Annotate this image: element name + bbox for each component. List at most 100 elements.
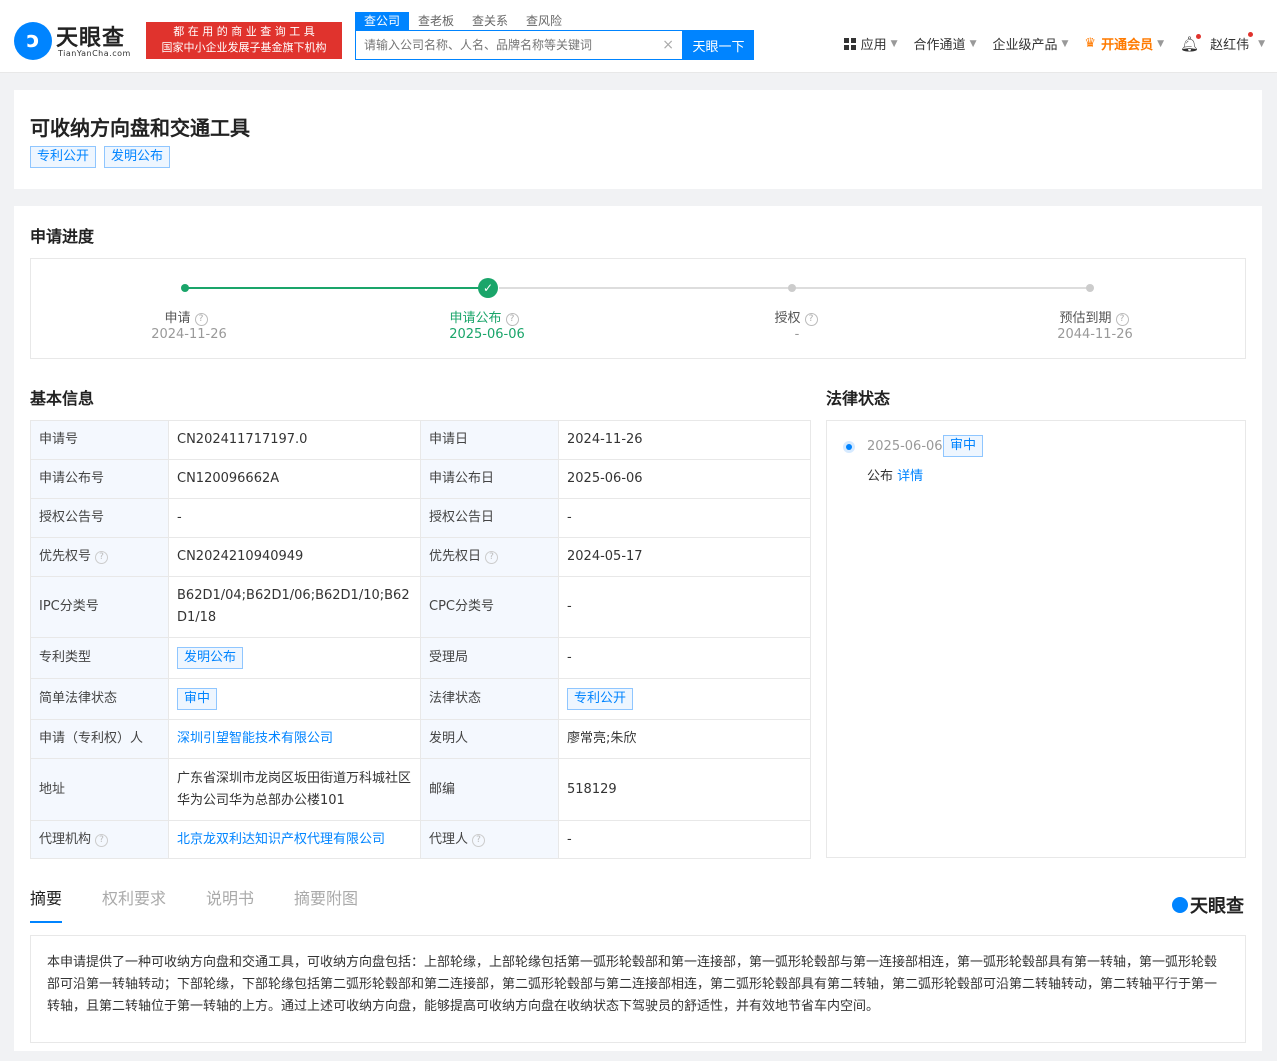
field-label: IPC分类号 [30,576,169,638]
search-tab-boss[interactable]: 查老板 [409,12,463,30]
search-input[interactable] [356,31,656,59]
step-date: - [794,327,800,342]
search-box: × [355,30,683,60]
detail-tabs: 摘要 权利要求 说明书 摘要附图 [30,886,398,926]
clear-icon[interactable]: × [662,37,674,53]
help-icon[interactable]: ? [505,313,519,326]
top-header: ↄ 天眼查 TianYanCha.com 都 在 用 的 商 业 查 询 工 具… [0,0,1277,73]
progress-step-apply: 申请? [106,307,266,326]
nav-apps-label: 应用 [860,38,887,53]
cpc-classification: - [558,576,811,638]
postal-code: 518129 [558,758,811,821]
page-title: 可收纳方向盘和交通工具 [30,116,250,140]
applicant-link[interactable]: 深圳引望智能技术有限公司 [177,731,333,746]
applicant-cell: 深圳引望智能技术有限公司 [168,719,421,759]
table-row: IPC分类号 B62D1/04;B62D1/06;B62D1/10;B62D1/… [30,576,811,638]
legal-status-detail-link[interactable]: 详情 [897,469,923,484]
grant-date: - [558,498,811,538]
search-tab-relation[interactable]: 查关系 [463,12,517,30]
field-label-with-help: 优先权号? [30,537,169,577]
table-row: 申请号 CN202411717197.0 申请日 2024-11-26 [30,420,811,460]
nav-enterprise[interactable]: 企业级产品 ▼ [992,34,1068,53]
patent-detail-card: 申请进度 ✓ 申请? 2024-11-26 申请公布? 2025-06-06 授… [14,206,1262,1051]
table-row: 简单法律状态 审中 法律状态 专利公开 [30,678,811,720]
field-label: 法律状态 [420,678,559,720]
progress-dot-expire [1086,284,1094,292]
field-label: 简单法律状态 [30,678,169,720]
field-label: 申请（专利权）人 [30,719,169,759]
field-label-with-help: 代理机构? [30,820,169,859]
progress-dot-apply [181,284,189,292]
tab-abstract[interactable]: 摘要 [30,886,63,923]
user-menu[interactable]: 赵红伟 ▼ [1210,32,1265,53]
table-row: 申请（专利权）人 深圳引望智能技术有限公司 发明人 廖常亮;朱欣 [30,719,811,759]
progress-title: 申请进度 [30,227,95,246]
crown-icon: ♛ [1084,36,1097,51]
field-label: 授权公告号 [30,498,169,538]
status-badge: 专利公开 [30,146,97,168]
step-label: 申请 [164,311,191,326]
agent: - [558,820,811,859]
help-icon[interactable]: ? [804,313,818,326]
help-icon[interactable]: ? [1115,313,1129,326]
simple-legal-status-cell: 审中 [168,678,421,720]
search-tab-risk[interactable]: 查风险 [517,12,571,30]
search-tab-company[interactable]: 查公司 [355,12,410,30]
chevron-down-icon: ▼ [890,38,898,49]
nav-apps[interactable]: 应用 ▼ [843,34,898,53]
notification-bell[interactable]: 🔔︎ [1180,34,1204,53]
step-date: 2025-06-06 [449,327,525,342]
progress-line-done [185,287,489,289]
legal-status-cell: 专利公开 [558,678,811,720]
search-button[interactable]: 天眼一下 [683,30,754,60]
address: 广东省深圳市龙岗区坂田街道万科城社区华为公司华为总部办公楼101 [168,758,421,821]
nav-cooperation[interactable]: 合作通道 ▼ [914,34,977,53]
field-label: 代理人 [429,831,469,847]
field-label: 申请日 [420,420,559,460]
help-icon[interactable]: ? [485,551,499,564]
tab-claims[interactable]: 权利要求 [102,886,166,923]
application-progress: ✓ 申请? 2024-11-26 申请公布? 2025-06-06 授权? - … [30,258,1246,359]
field-label: 优先权日 [429,549,482,564]
tab-abstract-figure[interactable]: 摘要附图 [294,886,358,923]
patent-title-card: 可收纳方向盘和交通工具 专利公开 发明公布 [14,90,1262,189]
help-icon[interactable]: ? [472,833,486,847]
nav-vip[interactable]: ♛ 开通会员 ▼ [1084,34,1164,53]
type-badge: 发明公布 [104,146,171,168]
progress-step-grant: 授权? [716,307,876,326]
field-label: 申请号 [30,420,169,460]
agency-cell: 北京龙双利达知识产权代理有限公司 [168,820,421,859]
logo-domain: TianYanCha.com [58,49,131,58]
nav-vip-label: 开通会员 [1101,38,1154,53]
help-icon[interactable]: ? [95,833,109,847]
slogan-banner[interactable]: 都 在 用 的 商 业 查 询 工 具 国家中小企业发展子基金旗下机构 [146,22,342,59]
legal-status-title: 法律状态 [826,389,891,408]
brand-mark-text: 天眼查 [1190,896,1244,917]
tab-description[interactable]: 说明书 [206,886,254,923]
patent-type-badge: 发明公布 [177,647,244,669]
tianyancha-logo[interactable]: ↄ 天眼查 TianYanCha.com [14,20,142,62]
legal-status-badge: 专利公开 [567,688,634,710]
legal-status-text: 公布 [867,469,894,484]
priority-date: 2024-05-17 [558,537,811,577]
field-label: 邮编 [420,758,559,821]
slogan-line1: 都 在 用 的 商 业 查 询 工 具 [173,25,315,38]
field-label-with-help: 优先权日? [420,537,559,577]
basic-info-title: 基本信息 [30,389,95,408]
legal-status-event: 公布 详情 [867,465,923,484]
priority-number: CN2024210940949 [168,537,421,577]
field-label: 代理机构 [39,831,92,847]
help-icon[interactable]: ? [194,313,208,326]
help-icon[interactable]: ? [95,551,109,564]
check-icon: ✓ [478,278,498,298]
table-row: 专利类型 发明公布 受理局 - [30,637,811,679]
apps-grid-icon [843,37,856,50]
patent-type-cell: 发明公布 [168,637,421,679]
grant-number: - [168,498,421,538]
legal-status-timeline: 2025-06-06 审中 公布 详情 [826,420,1246,858]
step-label: 预估到期 [1059,311,1112,326]
table-row: 申请公布号 CN120096662A 申请公布日 2025-06-06 [30,459,811,499]
slogan-line2: 国家中小企业发展子基金旗下机构 [161,41,327,54]
agency-link[interactable]: 北京龙双利达知识产权代理有限公司 [177,832,385,847]
chevron-down-icon: ▼ [1157,38,1165,49]
